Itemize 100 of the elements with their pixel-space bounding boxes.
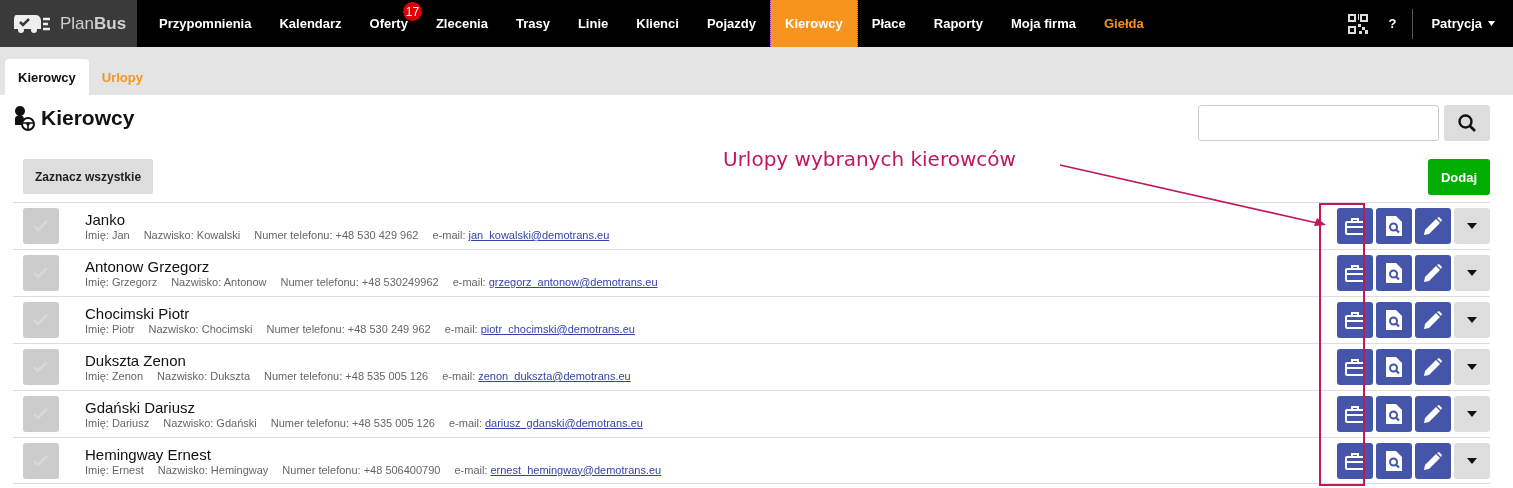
nav-item[interactable]: Moja firma xyxy=(996,0,1090,47)
leave-button[interactable] xyxy=(1337,349,1373,385)
phone-number: Numer telefonu: +48 530 249 962 xyxy=(266,323,431,335)
email-link[interactable]: jan_kowalski@demotrans.eu xyxy=(468,229,610,241)
search-button[interactable] xyxy=(1444,105,1490,141)
checkbox[interactable] xyxy=(23,442,59,479)
pencil-icon xyxy=(1424,264,1442,282)
email-label: e-mail: xyxy=(442,370,476,382)
pencil-icon xyxy=(1424,405,1442,423)
first-name: Imię: Grzegorz xyxy=(85,276,158,288)
edit-button[interactable] xyxy=(1415,302,1451,338)
preview-button[interactable] xyxy=(1376,208,1412,244)
first-name: Imię: Zenon xyxy=(85,370,144,382)
leave-button[interactable] xyxy=(1337,208,1373,244)
email-link[interactable]: piotr_chocimski@demotrans.eu xyxy=(480,323,635,335)
edit-button[interactable] xyxy=(1415,208,1451,244)
nav-item[interactable]: Oferty 17 xyxy=(355,0,422,47)
nav-item[interactable]: Kalendarz xyxy=(265,0,356,47)
last-name: Nazwisko: Chocimski xyxy=(148,323,253,335)
preview-button[interactable] xyxy=(1376,255,1412,291)
driver-name: Chocimski Piotr xyxy=(85,305,191,322)
dropdown-button[interactable] xyxy=(1454,396,1490,432)
leave-button[interactable] xyxy=(1337,442,1373,479)
caret-icon xyxy=(1467,270,1477,276)
checkbox[interactable] xyxy=(23,255,59,291)
edit-button[interactable] xyxy=(1415,349,1451,385)
driver-name: Janko xyxy=(85,211,127,228)
search-field[interactable] xyxy=(1198,105,1439,141)
tab[interactable]: Kierowcy xyxy=(5,59,89,95)
email-label: e-mail: xyxy=(452,276,486,288)
leave-button[interactable] xyxy=(1337,255,1373,291)
dropdown-button[interactable] xyxy=(1454,302,1490,338)
briefcase-icon xyxy=(1345,405,1365,423)
count-badge: 17 xyxy=(402,2,422,21)
driver-icon xyxy=(13,105,35,131)
email-link[interactable]: ernest_hemingway@demotrans.eu xyxy=(490,463,662,476)
email-label: e-mail: xyxy=(448,417,482,429)
last-name: Nazwisko: Gdański xyxy=(163,417,257,429)
checkbox[interactable] xyxy=(23,208,59,244)
briefcase-icon xyxy=(1345,451,1365,470)
document-search-icon xyxy=(1386,357,1402,377)
email-link[interactable]: grzegorz_antonow@demotrans.eu xyxy=(488,276,658,288)
dropdown-button[interactable] xyxy=(1454,255,1490,291)
pencil-icon xyxy=(1424,358,1442,376)
nav-item[interactable]: Klienci xyxy=(622,0,693,47)
checkbox[interactable] xyxy=(23,396,59,432)
annotation-text: Urlopy wybranych kierowców xyxy=(723,147,1016,171)
phone-number: Numer telefonu: +48 530249962 xyxy=(280,276,439,288)
email-label: e-mail: xyxy=(444,323,478,335)
phone-number: Numer telefonu: +48 535 005 126 xyxy=(270,417,435,429)
first-name: Imię: Ernest xyxy=(85,463,144,476)
driver-name: Hemingway Ernest xyxy=(85,445,212,463)
user-menu[interactable]: Patrycja xyxy=(1413,16,1513,31)
dropdown-button[interactable] xyxy=(1454,349,1490,385)
email-link[interactable]: zenon_dukszta@demotrans.eu xyxy=(478,370,631,382)
last-name: Nazwisko: Dukszta xyxy=(157,370,250,382)
select-all-button[interactable]: Zaznacz wszystkie xyxy=(23,159,154,194)
caret-icon xyxy=(1467,457,1477,464)
briefcase-icon xyxy=(1345,358,1365,376)
nav-item[interactable]: Przypomnienia xyxy=(145,0,266,47)
document-search-icon xyxy=(1386,450,1402,471)
dropdown-button[interactable] xyxy=(1454,442,1490,479)
nav-item[interactable]: Płace xyxy=(857,0,920,47)
pencil-icon xyxy=(1424,311,1442,329)
edit-button[interactable] xyxy=(1415,255,1451,291)
checkbox[interactable] xyxy=(23,302,59,338)
preview-button[interactable] xyxy=(1376,349,1412,385)
phone-number: Numer telefonu: +48 530 429 962 xyxy=(254,229,419,241)
help-link[interactable]: ? xyxy=(1368,8,1414,39)
nav-item[interactable]: Giełda xyxy=(1089,0,1158,47)
pencil-icon xyxy=(1424,451,1442,470)
email-label: e-mail: xyxy=(432,229,466,241)
document-search-icon xyxy=(1386,404,1402,424)
preview-button[interactable] xyxy=(1376,396,1412,432)
dropdown-button[interactable] xyxy=(1454,208,1490,244)
first-name: Imię: Dariusz xyxy=(85,417,150,429)
qr-code-icon[interactable] xyxy=(1348,13,1369,34)
nav-item[interactable]: Pojazdy xyxy=(692,0,770,47)
nav-item[interactable]: Zlecenia xyxy=(421,0,502,47)
logo[interactable]: PlanBus xyxy=(0,0,137,47)
page-title: Kierowcy xyxy=(41,106,135,130)
email-link[interactable]: dariusz_gdanski@demotrans.eu xyxy=(484,417,643,429)
checkbox[interactable] xyxy=(23,349,59,385)
leave-button[interactable] xyxy=(1337,302,1373,338)
edit-button[interactable] xyxy=(1415,442,1451,479)
briefcase-icon xyxy=(1345,217,1365,235)
phone-number: Numer telefonu: +48 535 005 126 xyxy=(264,370,429,382)
phone-number: Numer telefonu: +48 506400790 xyxy=(282,463,441,476)
preview-button[interactable] xyxy=(1376,302,1412,338)
briefcase-icon xyxy=(1345,311,1365,329)
leave-button[interactable] xyxy=(1337,396,1373,432)
preview-button[interactable] xyxy=(1376,442,1412,479)
document-search-icon xyxy=(1386,263,1402,283)
nav-item[interactable]: Raporty xyxy=(919,0,997,47)
document-search-icon xyxy=(1386,216,1402,236)
nav-item[interactable]: Trasy xyxy=(501,0,564,47)
nav-item[interactable]: Linie xyxy=(563,0,623,47)
edit-button[interactable] xyxy=(1415,396,1451,432)
first-name: Imię: Piotr xyxy=(85,323,135,335)
search-icon xyxy=(1458,114,1476,132)
